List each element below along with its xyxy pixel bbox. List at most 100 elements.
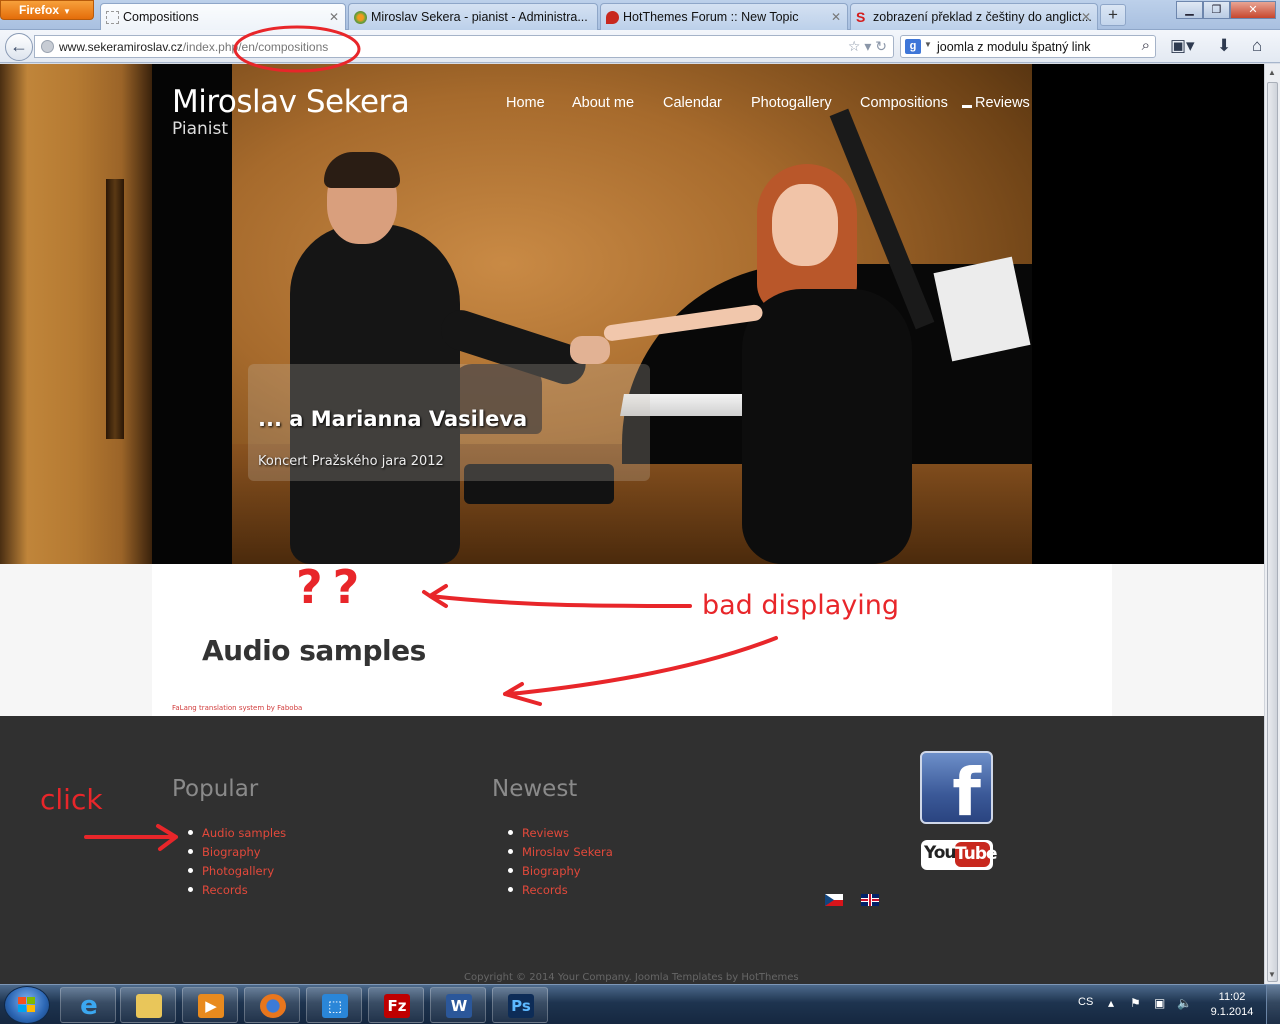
start-button[interactable] <box>4 986 50 1024</box>
youtube-icon[interactable]: You Tube <box>921 840 998 870</box>
violinist-head <box>772 184 838 266</box>
tab-compositions[interactable]: Compositions ✕ <box>100 3 346 31</box>
tab-translation[interactable]: S zobrazení překlad z češtiny do anglict… <box>850 3 1098 30</box>
taskbar-firefox[interactable] <box>244 987 300 1023</box>
newest-link-biography[interactable]: Biography <box>508 864 613 883</box>
close-tab-icon[interactable]: ✕ <box>1081 10 1091 24</box>
slide-caption-subtitle: Koncert Pražského jara 2012 <box>258 454 444 469</box>
popular-link-records[interactable]: Records <box>188 883 286 902</box>
back-arrow-icon: ← <box>10 36 28 56</box>
nav-home[interactable]: Home <box>506 95 545 111</box>
page-scrollbar[interactable]: ▲ ▼ <box>1264 64 1280 984</box>
youtube-tube-label: Tube <box>955 842 998 867</box>
input-language[interactable]: CS <box>1078 996 1093 1008</box>
tab-title: Miroslav Sekera - pianist - Administra..… <box>371 10 588 24</box>
nav-compositions[interactable]: Compositions <box>860 95 948 111</box>
violinist-figure <box>742 289 912 564</box>
nav-reviews[interactable]: Reviews <box>975 95 1030 111</box>
clock-date: 9.1.2014 <box>1210 1006 1254 1018</box>
url-host: www.sekeramiroslav.cz <box>59 40 183 54</box>
taskbar-explorer[interactable] <box>120 987 176 1023</box>
site-title[interactable]: Miroslav Sekera <box>172 84 410 120</box>
content-heading: Audio samples <box>202 634 426 667</box>
clock-time: 11:02 <box>1218 991 1246 1003</box>
firefox-menu-button[interactable]: Firefox ▼ <box>0 0 94 20</box>
content-area: Audio samples FaLang translation system … <box>0 564 1264 716</box>
downloads-icon[interactable]: ⬇ <box>1217 36 1231 56</box>
site-identity-icon[interactable] <box>41 40 54 53</box>
close-tab-icon[interactable]: ✕ <box>831 10 841 24</box>
cz-flag-icon[interactable] <box>825 894 843 906</box>
photoshop-icon: Ps <box>508 994 534 1018</box>
scroll-down-arrow-icon[interactable]: ▼ <box>1268 970 1276 979</box>
taskbar-internet-explorer[interactable]: e <box>60 987 116 1023</box>
network-icon[interactable]: ▣ <box>1154 996 1165 1010</box>
bookmarks-menu-icon[interactable]: ▣▾ <box>1170 36 1195 56</box>
scroll-up-arrow-icon[interactable]: ▲ <box>1268 68 1276 77</box>
popular-heading: Popular <box>172 776 259 802</box>
hero-slideshow: Miroslav Sekera Pianist Home About me Ca… <box>0 64 1264 564</box>
photo-shadow <box>152 64 232 564</box>
action-center-flag-icon[interactable]: ⚑ <box>1130 996 1141 1010</box>
page-viewport: Miroslav Sekera Pianist Home About me Ca… <box>0 64 1264 984</box>
close-tab-icon[interactable]: ✕ <box>329 10 339 24</box>
popular-link-biography[interactable]: Biography <box>188 845 286 864</box>
search-bar[interactable]: g ▼ joomla z modulu špatný link ⌕ <box>900 35 1156 58</box>
tab-title: zobrazení překlad z češtiny do anglict..… <box>873 10 1092 24</box>
gb-flag-icon[interactable] <box>861 894 879 906</box>
minimize-window-button[interactable]: ▁ <box>1176 1 1203 19</box>
popular-link-audio-samples[interactable]: Audio samples <box>188 826 286 845</box>
nav-photogallery[interactable]: Photogallery <box>751 95 832 111</box>
falang-credit-link[interactable]: FaLang translation system by Faboba <box>172 704 302 712</box>
bookmark-star-icon[interactable]: ☆ ▾ ↻ <box>848 38 887 55</box>
search-input[interactable]: joomla z modulu špatný link <box>937 40 1091 54</box>
taskbar-photoshop[interactable]: Ps <box>492 987 548 1023</box>
taskbar-word[interactable]: W <box>430 987 486 1023</box>
newest-link-miroslav-sekera[interactable]: Miroslav Sekera <box>508 845 613 864</box>
windows-taskbar: e ▶ ⬚ Fz W Ps CS ▴ ⚑ ▣ 🔈 11:02 9.1.2014 <box>0 984 1280 1024</box>
submenu-indicator-icon: ▬ <box>962 100 972 111</box>
copyright-text: Copyright © 2014 Your Company. Joomla Te… <box>464 972 799 983</box>
windows-logo-icon <box>18 997 36 1013</box>
show-desktop-button[interactable] <box>1266 985 1280 1024</box>
scrollbar-thumb[interactable] <box>1267 82 1278 982</box>
popular-list: Audio samples Biography Photogallery Rec… <box>188 826 286 902</box>
search-icon[interactable]: ⌕ <box>1142 37 1150 54</box>
hotthemes-icon <box>606 11 619 24</box>
newest-list: Reviews Miroslav Sekera Biography Record… <box>508 826 613 902</box>
google-icon[interactable]: g <box>905 39 921 54</box>
taskbar-snipping-tool[interactable]: ⬚ <box>306 987 362 1023</box>
volume-icon[interactable]: 🔈 <box>1177 996 1192 1010</box>
site-subtitle: Pianist <box>172 119 229 139</box>
media-player-icon: ▶ <box>198 994 224 1018</box>
navigation-toolbar: ← www.sekeramiroslav.cz/index.php/en/com… <box>0 30 1280 63</box>
tab-hotthemes-forum[interactable]: HotThemes Forum :: New Topic ✕ <box>600 3 848 30</box>
internet-explorer-icon: e <box>80 991 98 1021</box>
close-window-button[interactable]: ✕ <box>1230 1 1276 19</box>
url-path: /index.php/en/compositions <box>182 40 329 54</box>
nav-about-me[interactable]: About me <box>572 95 634 111</box>
snipping-tool-icon: ⬚ <box>322 994 348 1018</box>
pianist-hair <box>324 152 400 188</box>
back-button[interactable]: ← <box>5 33 33 61</box>
new-tab-button[interactable]: + <box>1100 4 1126 26</box>
show-hidden-icons-icon[interactable]: ▴ <box>1108 996 1114 1010</box>
facebook-icon[interactable]: f <box>920 751 993 824</box>
taskbar-media-player[interactable]: ▶ <box>182 987 238 1023</box>
youtube-you-label: You <box>924 843 957 863</box>
url-bar[interactable]: www.sekeramiroslav.cz/index.php/en/compo… <box>34 35 894 58</box>
joomla-icon <box>354 11 367 24</box>
tab-administration[interactable]: Miroslav Sekera - pianist - Administra..… <box>348 3 598 30</box>
search-engine-caret-icon[interactable]: ▼ <box>924 40 932 49</box>
tab-bar: Firefox ▼ Compositions ✕ Miroslav Sekera … <box>0 0 1280 31</box>
taskbar-filezilla[interactable]: Fz <box>368 987 424 1023</box>
system-clock[interactable]: 11:02 9.1.2014 <box>1208 990 1256 1020</box>
restore-window-button[interactable]: ❐ <box>1203 1 1230 19</box>
home-icon[interactable]: ⌂ <box>1252 36 1262 56</box>
popular-link-photogallery[interactable]: Photogallery <box>188 864 286 883</box>
newest-link-reviews[interactable]: Reviews <box>508 826 613 845</box>
newest-link-records[interactable]: Records <box>508 883 613 902</box>
nav-calendar[interactable]: Calendar <box>663 95 722 111</box>
explorer-icon <box>136 994 162 1018</box>
word-icon: W <box>446 994 472 1018</box>
